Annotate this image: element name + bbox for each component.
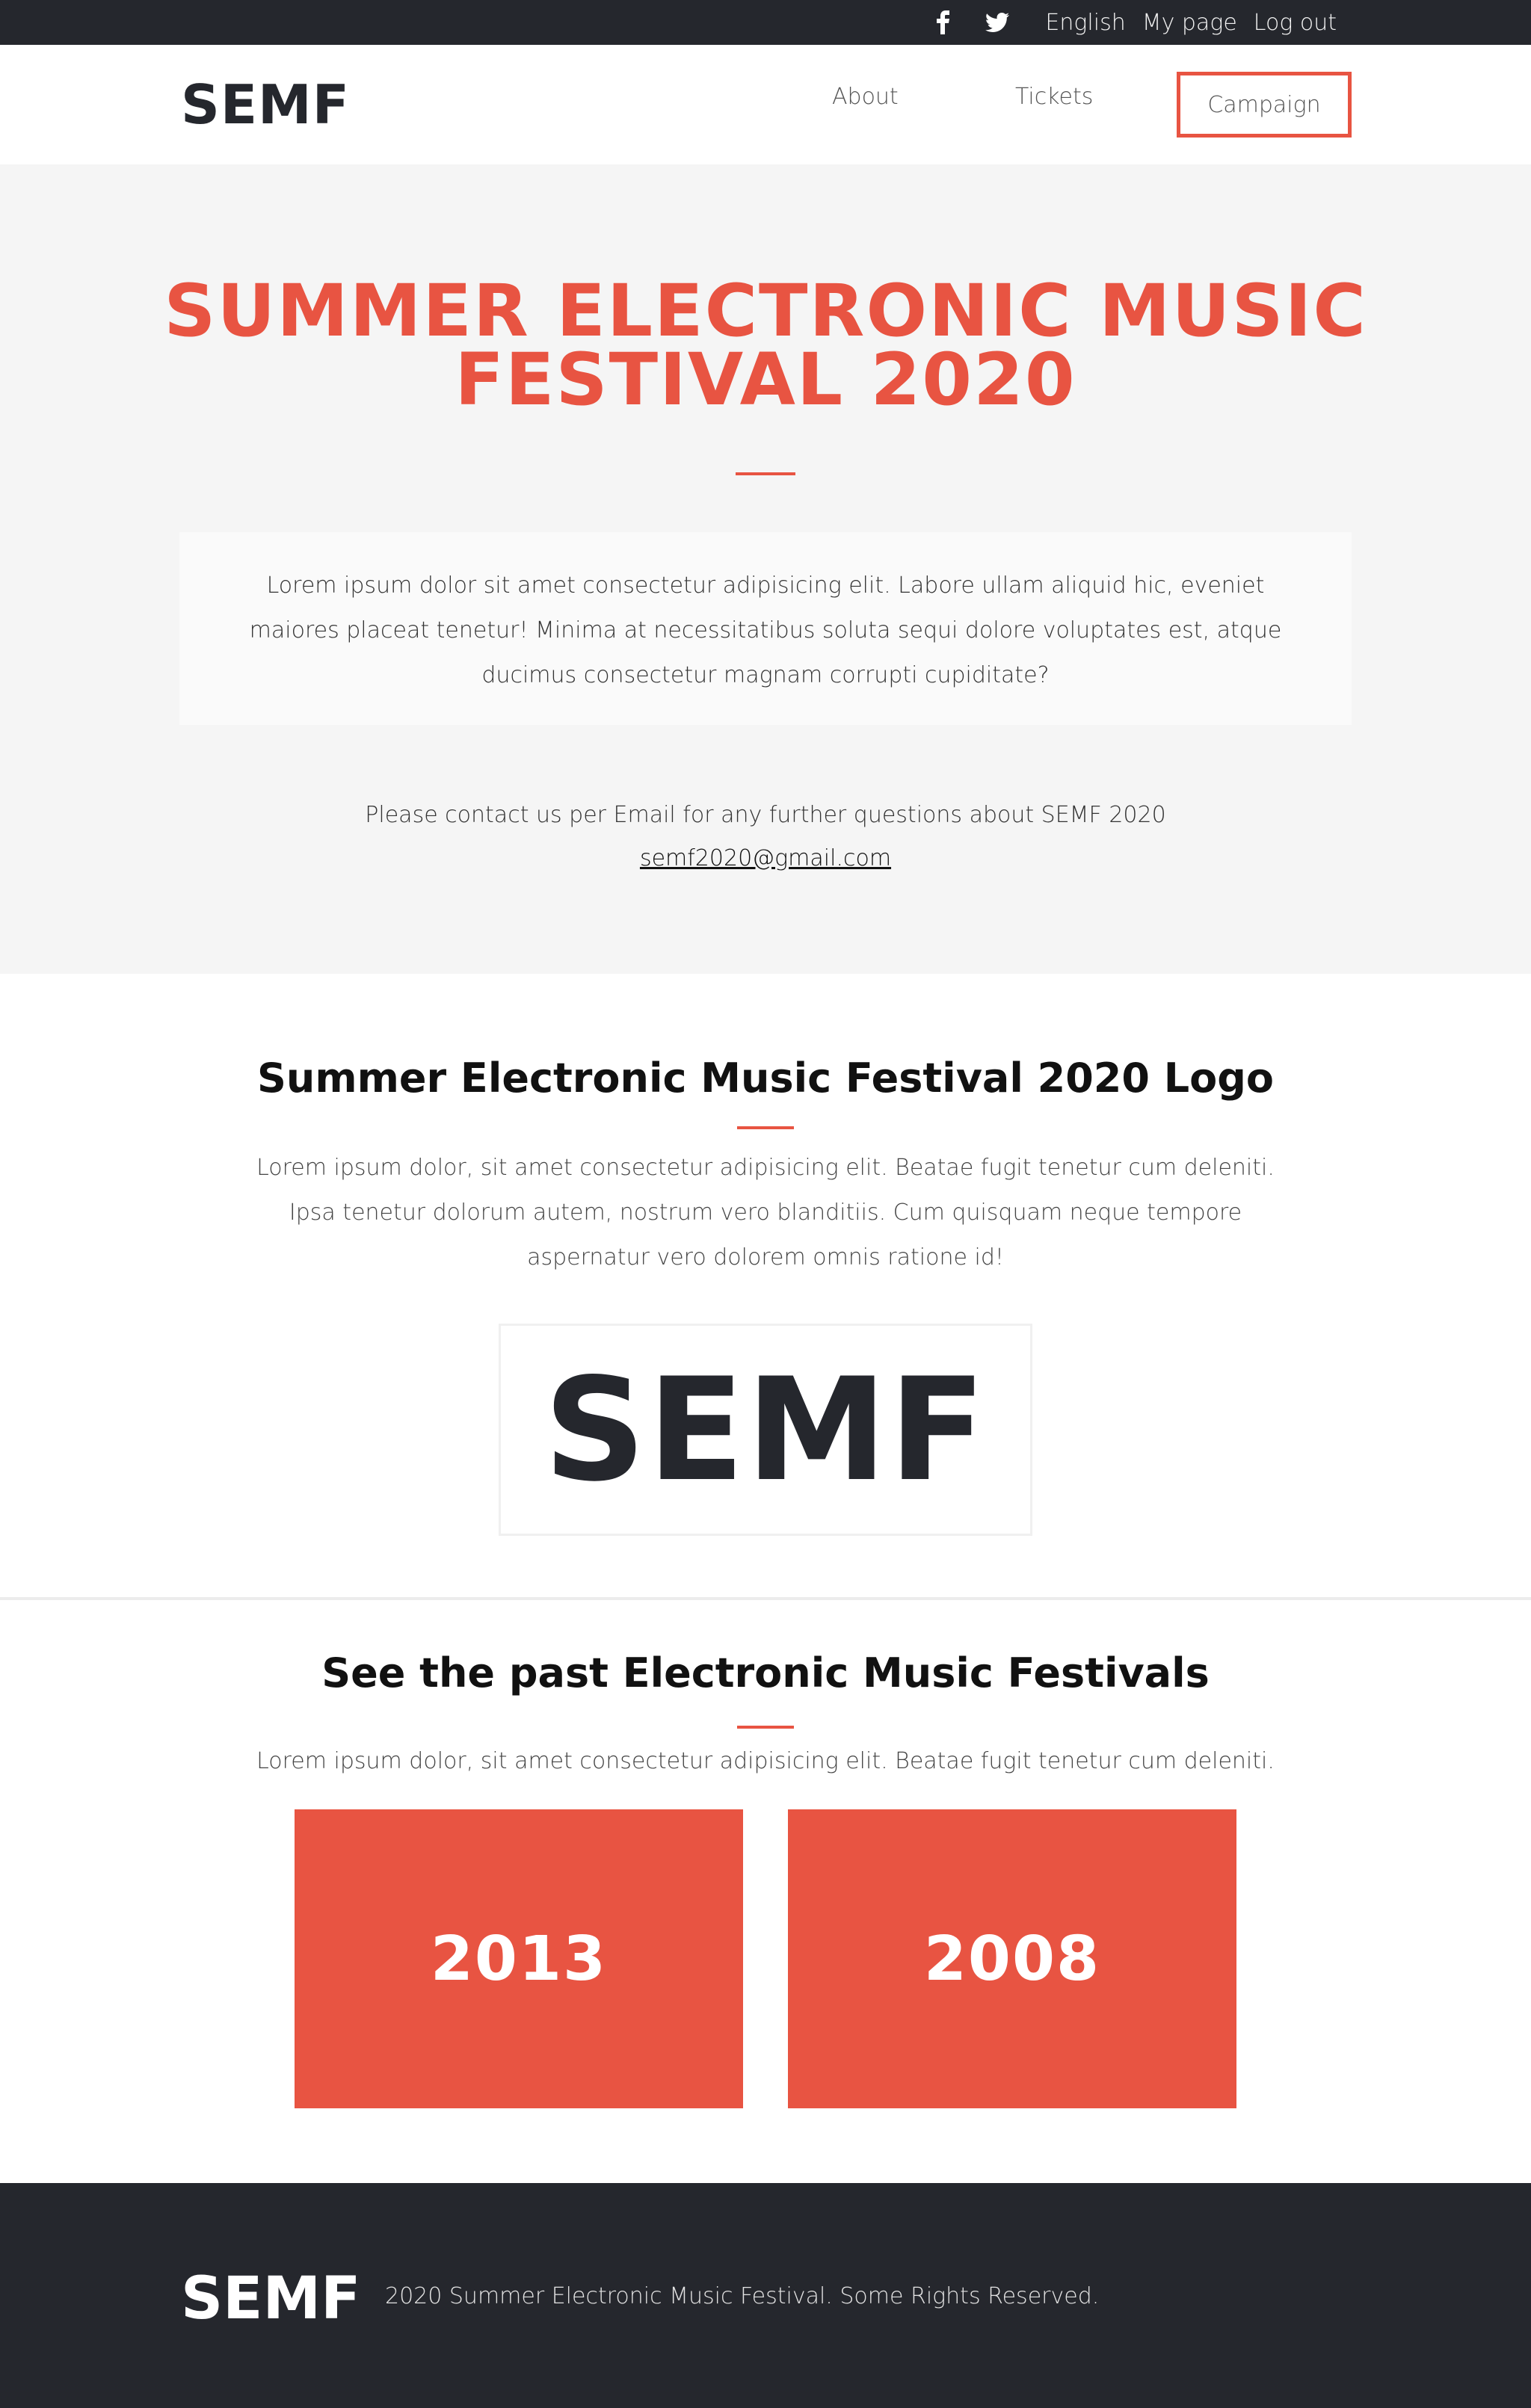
nav-campaign[interactable]: Campaign [1177,72,1352,138]
hero-title-line-2: FESTIVAL 2020 [455,338,1076,422]
logo-section-title: Summer Electronic Music Festival 2020 Lo… [257,1055,1274,1102]
contact-block: Please contact us per Email for any furt… [0,794,1531,880]
top-bar: English My page Log out [0,0,1531,45]
my-page-link[interactable]: My page [1142,10,1237,36]
festival-logo-box: SEMF [499,1324,1032,1536]
past-festivals-section: See the past Electronic Music Festivals … [0,1600,1531,2183]
top-bar-links: English My page Log out [915,0,1337,45]
site-footer: SEMF 2020 Summer Electronic Music Festiv… [0,2183,1531,2408]
festival-card-2008[interactable]: 2008 [788,1809,1236,2108]
logo-section-divider [737,1126,794,1129]
nav-tickets[interactable]: Tickets [1015,84,1093,110]
language-link[interactable]: English [1045,10,1125,36]
site-header: SEMF About Tickets Campaign [0,45,1531,164]
past-festivals-title: See the past Electronic Music Festivals [321,1649,1210,1697]
logo-section-text: Lorem ipsum dolor, sit amet consectetur … [256,1155,1275,1271]
festival-card-2013[interactable]: 2013 [295,1809,743,2108]
hero-intro-text: Lorem ipsum dolor sit amet consectetur a… [249,572,1282,688]
festival-logo: SEMF [543,1347,988,1513]
past-festivals-divider [737,1726,794,1729]
footer-copyright: 2020 Summer Electronic Music Festival. S… [385,2283,1100,2309]
logo-section: Summer Electronic Music Festival 2020 Lo… [0,974,1531,1600]
hero-section: SUMMER ELECTRONIC MUSIC FESTIVAL 2020 Lo… [0,164,1531,974]
contact-text: Please contact us per Email for any furt… [365,802,1166,828]
hero-intro-box: Lorem ipsum dolor sit amet consectetur a… [179,532,1352,725]
contact-email-link[interactable]: semf2020@gmail.com [640,845,891,871]
hero-divider [736,472,795,475]
twitter-icon[interactable] [985,10,1010,34]
log-out-link[interactable]: Log out [1254,10,1337,36]
past-festivals-text: Lorem ipsum dolor, sit amet consectetur … [256,1748,1275,1774]
site-logo[interactable]: SEMF [181,73,350,136]
facebook-icon[interactable] [931,10,955,34]
nav-about[interactable]: About [832,84,899,110]
footer-logo: SEMF [181,2265,361,2333]
hero-title: SUMMER ELECTRONIC MUSIC FESTIVAL 2020 [0,275,1531,416]
